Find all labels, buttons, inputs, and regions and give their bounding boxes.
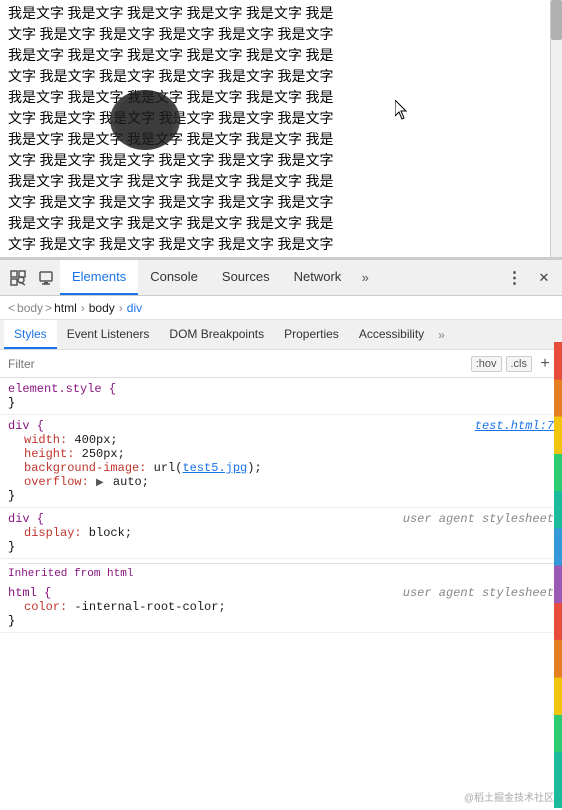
watermark: @稻土掘金技术社区 <box>464 789 554 804</box>
device-toolbar-button[interactable] <box>32 264 60 292</box>
inspect-icon-button[interactable] <box>4 264 32 292</box>
styles-tab-properties[interactable]: Properties <box>274 320 349 349</box>
viewport-content: 我是文字 我是文字 我是文字 我是文字 我是文字 我是 文字 我是文字 我是文字… <box>0 0 390 258</box>
breadcrumb-body[interactable]: body <box>89 301 115 315</box>
device-icon <box>38 270 54 286</box>
overflow-expand-arrow[interactable]: ▶ <box>96 478 104 489</box>
styles-tab-dom-breakpoints[interactable]: DOM Breakpoints <box>159 320 274 349</box>
cls-button[interactable]: .cls <box>506 356 533 372</box>
overflow-line: overflow: ▶ auto; <box>8 475 554 489</box>
bg-image-link[interactable]: test5.jpg <box>182 461 247 475</box>
chinese-text: 我是文字 我是文字 我是文字 我是文字 我是文字 我是 文字 我是文字 我是文字… <box>8 7 362 258</box>
html-ua-header: html { user agent stylesheet <box>8 586 554 600</box>
add-style-button[interactable]: + <box>536 355 554 373</box>
height-value: 250px; <box>74 447 124 461</box>
close-icon: ✕ <box>539 270 550 286</box>
breadcrumb-div[interactable]: div <box>127 301 142 315</box>
tab-sources[interactable]: Sources <box>210 260 282 295</box>
filter-bar: :hov .cls + <box>0 350 562 378</box>
bg-image-prop: background-image: <box>24 461 146 475</box>
styles-tab-accessibility[interactable]: Accessibility <box>349 320 434 349</box>
filter-input[interactable] <box>8 357 471 371</box>
css-color-bar <box>554 342 562 808</box>
styles-tab-styles[interactable]: Styles <box>4 320 57 349</box>
height-prop: height: <box>24 447 74 461</box>
devtools-close-button[interactable]: ✕ <box>530 264 558 292</box>
div-origin[interactable]: test.html:7 <box>475 419 554 433</box>
div-selector: div { <box>8 419 44 433</box>
inspect-icon <box>10 270 26 286</box>
tab-network[interactable]: Network <box>282 260 354 295</box>
devtools-toolbar: Elements Console Sources Network » ⋮ ✕ <box>0 260 562 296</box>
devtools-dots-button[interactable]: ⋮ <box>500 264 528 292</box>
browser-viewport: 我是文字 我是文字 我是文字 我是文字 我是文字 我是 文字 我是文字 我是文字… <box>0 0 562 258</box>
styles-tab-event-listeners[interactable]: Event Listeners <box>57 320 160 349</box>
display-line: display: block; <box>8 526 554 540</box>
div-ua-selector: div { <box>8 512 44 526</box>
devtools-main-tabs: Elements Console Sources Network » <box>60 260 377 295</box>
div-ua-rule: div { user agent stylesheet display: blo… <box>0 508 562 559</box>
display-value: block; <box>82 526 132 540</box>
styles-tabs-more[interactable]: » <box>434 328 449 342</box>
display-prop: display: <box>24 526 82 540</box>
dog-image <box>110 90 180 150</box>
element-style-rule: element.style { } <box>0 378 562 415</box>
more-tabs-button[interactable]: » <box>353 266 377 290</box>
div-rule-close: } <box>8 489 554 503</box>
div-rule-header: div { test.html:7 <box>8 419 554 433</box>
width-prop: width: <box>24 433 67 447</box>
devtools-actions: ⋮ ✕ <box>500 264 558 292</box>
html-ua-selector: html { <box>8 586 51 600</box>
breadcrumb-html[interactable]: html <box>54 301 77 315</box>
dots-icon: ⋮ <box>507 268 522 288</box>
tab-elements[interactable]: Elements <box>60 260 138 295</box>
html-ua-origin: user agent stylesheet <box>403 586 554 600</box>
div-ua-close: } <box>8 540 554 554</box>
hov-button[interactable]: :hov <box>471 356 502 372</box>
bg-image-line: background-image: url(test5.jpg); <box>8 461 554 475</box>
element-style-selector: element.style { <box>8 382 116 396</box>
overflow-value: ▶ auto; <box>89 475 149 489</box>
filter-actions: :hov .cls + <box>471 355 554 373</box>
color-prop: color: <box>24 600 67 614</box>
tab-console[interactable]: Console <box>138 260 210 295</box>
css-panel: element.style { } div { test.html:7 widt… <box>0 378 562 810</box>
viewport-scrollbar[interactable] <box>550 0 562 258</box>
inherited-tag: html <box>107 568 133 580</box>
color-line: color: -internal-root-color; <box>8 600 554 614</box>
styles-tabs: Styles Event Listeners DOM Breakpoints P… <box>0 320 562 350</box>
width-line: width: 400px; <box>8 433 554 447</box>
inherited-from-label: Inherited from html <box>8 563 554 580</box>
element-style-close: } <box>8 396 554 410</box>
div-rule: div { test.html:7 width: 400px; height: … <box>0 415 562 508</box>
html-ua-rule: html { user agent stylesheet color: -int… <box>0 582 562 633</box>
bg-image-value: url(test5.jpg); <box>146 461 261 475</box>
html-ua-close: } <box>8 614 554 628</box>
breadcrumb: < body > html › body › div <box>0 296 562 320</box>
width-value: 400px; <box>67 433 117 447</box>
height-line: height: 250px; <box>8 447 554 461</box>
div-ua-header: div { user agent stylesheet <box>8 512 554 526</box>
div-ua-origin: user agent stylesheet <box>403 512 554 526</box>
cursor-pointer <box>395 100 407 118</box>
viewport-scrollbar-thumb[interactable] <box>551 0 562 40</box>
color-value: -internal-root-color; <box>67 600 225 614</box>
overflow-prop: overflow: <box>24 475 89 489</box>
devtools-panel: Elements Console Sources Network » ⋮ ✕ < <box>0 258 562 810</box>
